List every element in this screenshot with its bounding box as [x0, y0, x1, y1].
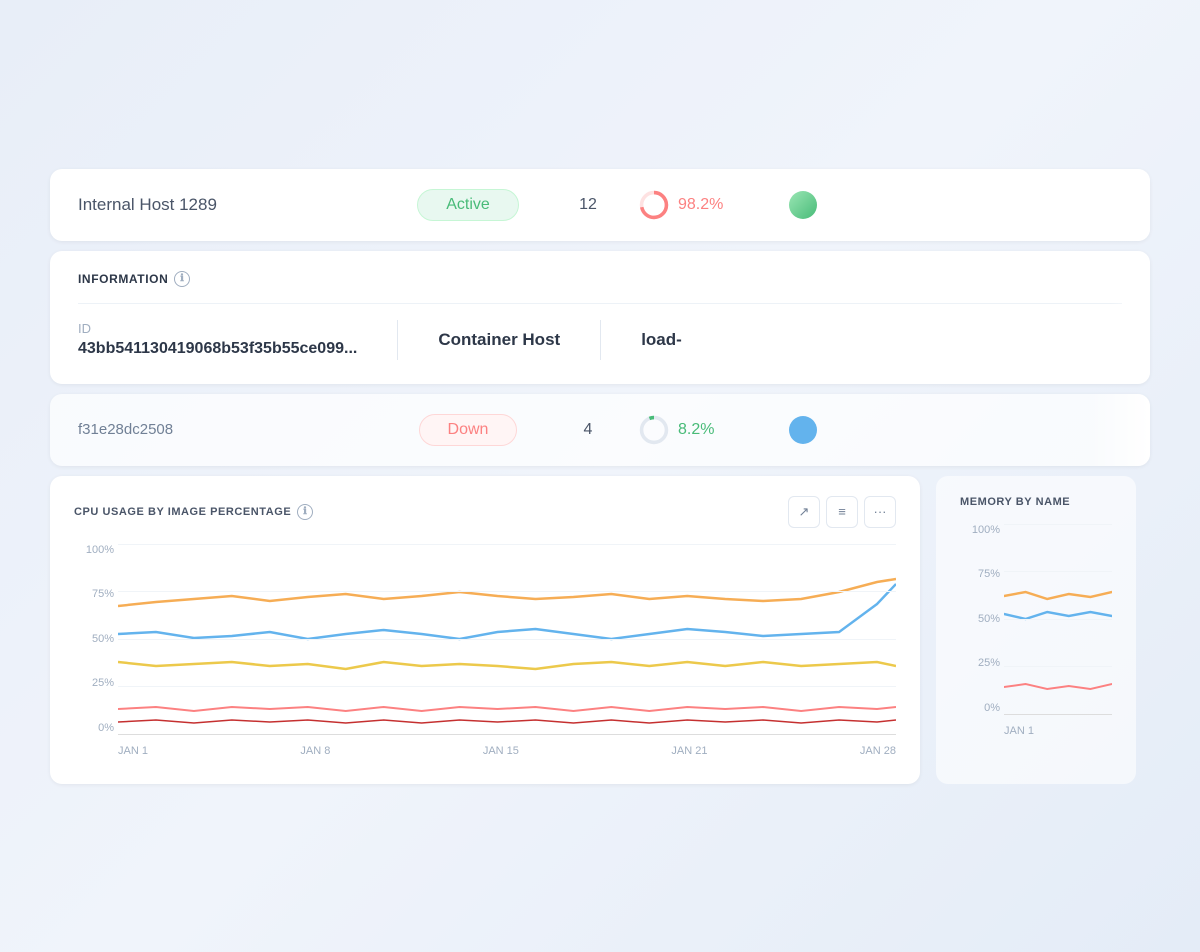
memory-chart-header: MEMORY BY NAME [960, 496, 1112, 508]
more-button[interactable]: ··· [864, 496, 896, 528]
cpu-chart-title: CPU USAGE BY IMAGE PERCENTAGE ℹ [74, 504, 313, 520]
chart-actions[interactable]: ↗ ≡ ··· [788, 496, 896, 528]
chart-svg-container [118, 544, 896, 734]
info-divider [397, 320, 398, 360]
filter-button[interactable]: ≡ [826, 496, 858, 528]
cpu-pct-2: 8.2% [678, 421, 714, 439]
charts-row: CPU USAGE BY IMAGE PERCENTAGE ℹ ↗ ≡ ··· … [50, 476, 1150, 784]
x-axis: JAN 1 JAN 8 JAN 15 JAN 21 JAN 28 [118, 739, 896, 764]
active-badge: Active [417, 189, 519, 221]
id-label: ID [78, 321, 357, 336]
grid-line-0 [118, 734, 896, 735]
cpu-donut-icon [638, 189, 670, 221]
status-badge-1: Active [398, 189, 538, 221]
host-type-field: Container Host [438, 330, 560, 350]
host-name-2: f31e28dc2508 [78, 421, 398, 438]
memory-chart-title: MEMORY BY NAME [960, 496, 1070, 508]
grid-line-50 [118, 639, 896, 640]
cpu-donut-2-icon [638, 414, 670, 446]
host-name-1: Internal Host 1289 [78, 195, 398, 215]
grid-line-100 [118, 544, 896, 545]
id-value: 43bb541130419068b53f35b55ce099... [78, 340, 357, 358]
cpu-chart-area: 100% 75% 50% 25% 0% [74, 544, 896, 764]
cpu-pct-1: 98.2% [678, 196, 723, 214]
cpu-chart-card: CPU USAGE BY IMAGE PERCENTAGE ℹ ↗ ≡ ··· … [50, 476, 920, 784]
memory-y-axis: 100% 75% 50% 25% 0% [960, 524, 1000, 714]
cpu-usage-2: 8.2% [638, 414, 778, 446]
info-section-title: INFORMATION ℹ [78, 271, 1122, 287]
memory-chart-inner [1004, 524, 1112, 714]
extra-indicator-1 [778, 191, 828, 219]
info-icon: ℹ [174, 271, 190, 287]
host-count-1: 12 [538, 196, 638, 214]
memory-chart-card: MEMORY BY NAME 100% 75% 50% 25% 0% [936, 476, 1136, 784]
host-row-1[interactable]: Internal Host 1289 Active 12 98.2% [50, 169, 1150, 241]
info-divider-2 [600, 320, 601, 360]
host-type-value: Container Host [438, 330, 560, 350]
id-field: ID 43bb541130419068b53f35b55ce099... [78, 321, 357, 358]
down-badge: Down [419, 414, 518, 446]
memory-x-axis: JAN 1 [1004, 719, 1112, 744]
cpu-chart-info-icon: ℹ [297, 504, 313, 520]
cpu-chart-header: CPU USAGE BY IMAGE PERCENTAGE ℹ ↗ ≡ ··· [74, 496, 896, 528]
extra-indicator-2 [778, 416, 828, 444]
grid-line-25 [118, 686, 896, 687]
y-axis: 100% 75% 50% 25% 0% [74, 544, 114, 734]
status-badge-2: Down [398, 414, 538, 446]
information-panel: INFORMATION ℹ ID 43bb541130419068b53f35b… [50, 251, 1150, 384]
host-count-2: 4 [538, 421, 638, 439]
host-row-2[interactable]: f31e28dc2508 Down 4 8.2% [50, 394, 1150, 466]
load-field: load- [641, 330, 682, 350]
expand-button[interactable]: ↗ [788, 496, 820, 528]
grid-line-75 [118, 591, 896, 592]
cpu-usage-1: 98.2% [638, 189, 778, 221]
memory-chart-area: 100% 75% 50% 25% 0% [960, 524, 1112, 744]
info-row: ID 43bb541130419068b53f35b55ce099... Con… [78, 303, 1122, 360]
load-value: load- [641, 330, 682, 350]
